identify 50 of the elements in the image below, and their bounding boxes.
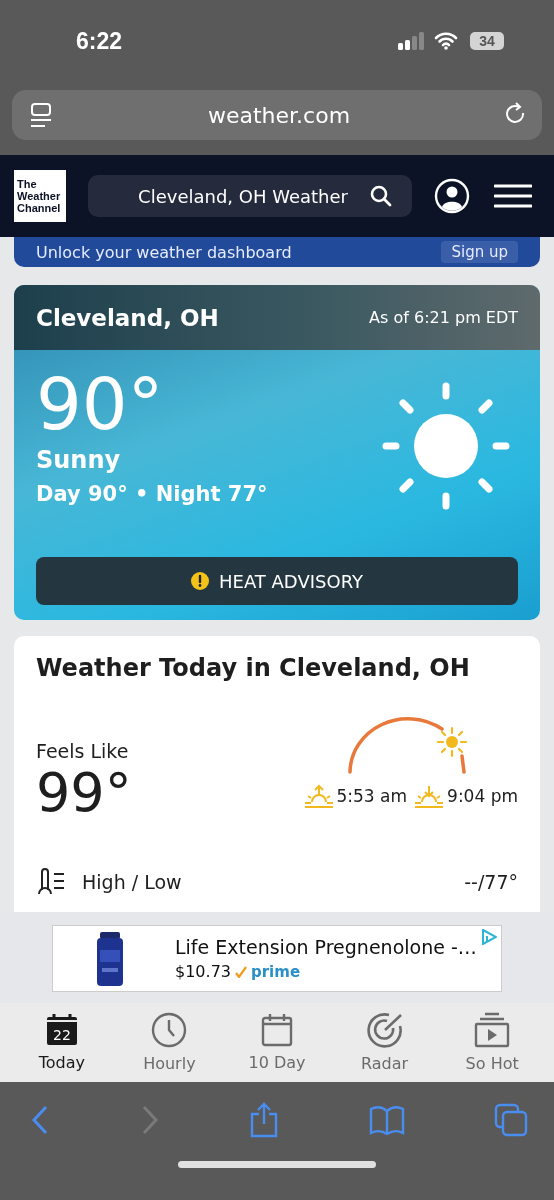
sunset-time: 9:04 pm [447,786,518,806]
check-icon [235,965,247,978]
wifi-icon [434,32,458,50]
card-title: Weather Today in Cleveland, OH [36,654,471,682]
menu-icon[interactable] [494,183,532,209]
share-icon[interactable] [249,1102,279,1138]
video-icon [474,1012,511,1048]
ad-title: Life Extension Pregnenolone -… [175,936,477,958]
clock-time: 6:22 [76,28,123,55]
sunrise-icon [302,784,335,808]
prime-label: prime [251,962,301,981]
condition-text: Sunny [36,446,121,474]
detail-value: --/77° [464,871,518,893]
search-icon[interactable] [370,185,392,207]
site-logo[interactable]: The Weather Channel [14,170,66,222]
feels-like-temperature: 99° [36,762,132,824]
current-temperature: 90° [36,364,164,444]
back-icon[interactable] [30,1105,50,1135]
clock-icon [151,1012,188,1048]
tab[interactable]: 10 Day [229,1003,325,1082]
ad-choices-icon[interactable] [481,929,497,945]
day-night-temperature: Day 90° • Night 77° [36,482,268,506]
ad-price: $10.73 [175,962,231,981]
calendar-icon [261,1013,293,1047]
sign-up-button[interactable]: Sign up [441,241,518,263]
updated-time: As of 6:21 pm EDT [369,308,518,327]
reader-icon[interactable] [30,102,54,128]
account-icon[interactable] [434,178,470,214]
bookmarks-icon[interactable] [368,1105,405,1135]
location-name: Cleveland, OH [36,304,219,331]
url-text: weather.com [207,102,351,128]
sunset-icon [413,784,446,808]
tab[interactable]: 22 Today [13,1003,110,1082]
promo-text: Unlock your weather dashboard [36,242,292,262]
search-field[interactable]: Cleveland, OH Weather [88,175,412,217]
sunrise-time: 5:53 am [336,786,408,806]
alert-icon [191,572,209,590]
tabs-icon[interactable] [494,1103,528,1137]
battery-level: 34 [470,32,504,50]
feels-like-label: Feels Like [36,740,130,762]
tab[interactable]: Radar [336,1003,433,1082]
radar-icon [366,1012,403,1048]
ad-banner[interactable]: Life Extension Pregnenolone -… $10.73 prime [52,925,502,992]
address-bar[interactable]: weather.com [12,90,542,140]
tab[interactable]: So Hot [444,1003,541,1082]
signal-icon [398,32,426,50]
detail-label: High / Low [82,871,182,893]
tab[interactable]: Hourly [121,1003,218,1082]
heat-advisory-button[interactable]: HEAT ADVISORY [36,557,518,605]
sun-icon [382,382,510,510]
